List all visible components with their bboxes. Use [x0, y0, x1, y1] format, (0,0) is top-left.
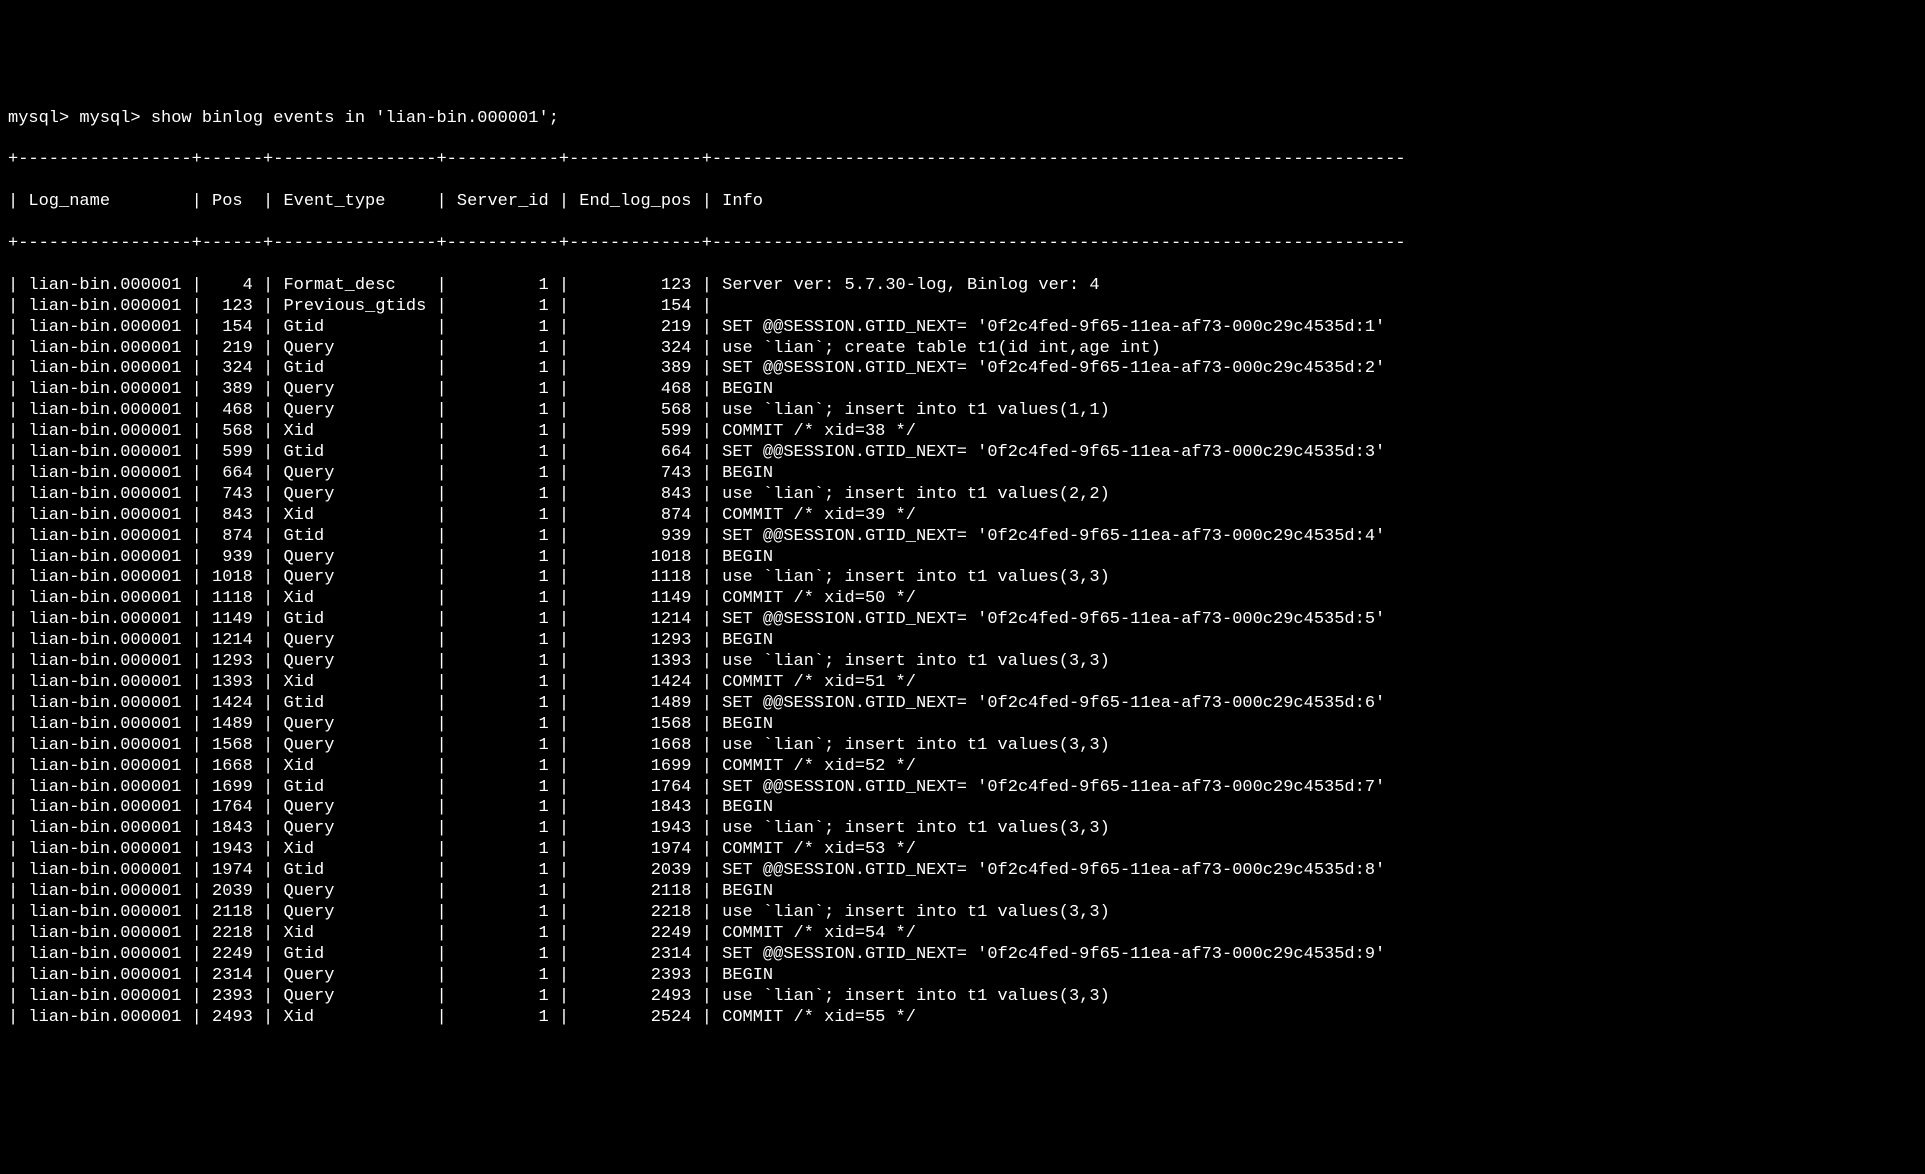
table-row: | lian-bin.000001 | 2118 | Query | 1 | 2…	[8, 903, 1917, 924]
table-row: | lian-bin.000001 | 939 | Query | 1 | 10…	[8, 548, 1917, 569]
table-row: | lian-bin.000001 | 1699 | Gtid | 1 | 17…	[8, 778, 1917, 799]
table-row: | lian-bin.000001 | 2314 | Query | 1 | 2…	[8, 966, 1917, 987]
table-row: | lian-bin.000001 | 1943 | Xid | 1 | 197…	[8, 840, 1917, 861]
table-row: | lian-bin.000001 | 1293 | Query | 1 | 1…	[8, 652, 1917, 673]
table-row: | lian-bin.000001 | 2039 | Query | 1 | 2…	[8, 882, 1917, 903]
table-row: | lian-bin.000001 | 123 | Previous_gtids…	[8, 297, 1917, 318]
table-row: | lian-bin.000001 | 154 | Gtid | 1 | 219…	[8, 318, 1917, 339]
table-row: | lian-bin.000001 | 2249 | Gtid | 1 | 23…	[8, 945, 1917, 966]
table-row: | lian-bin.000001 | 1118 | Xid | 1 | 114…	[8, 589, 1917, 610]
table-header-row: | Log_name | Pos | Event_type | Server_i…	[8, 192, 1917, 213]
table-row: | lian-bin.000001 | 324 | Gtid | 1 | 389…	[8, 359, 1917, 380]
table-row: | lian-bin.000001 | 1568 | Query | 1 | 1…	[8, 736, 1917, 757]
table-row: | lian-bin.000001 | 1393 | Xid | 1 | 142…	[8, 673, 1917, 694]
table-row: | lian-bin.000001 | 843 | Xid | 1 | 874 …	[8, 506, 1917, 527]
table-row: | lian-bin.000001 | 568 | Xid | 1 | 599 …	[8, 422, 1917, 443]
terminal-output: mysql> mysql> show binlog events in 'lia…	[8, 88, 1917, 1050]
table-row: | lian-bin.000001 | 599 | Gtid | 1 | 664…	[8, 443, 1917, 464]
command-line: mysql> mysql> show binlog events in 'lia…	[8, 109, 1917, 130]
table-row: | lian-bin.000001 | 1018 | Query | 1 | 1…	[8, 568, 1917, 589]
table-row: | lian-bin.000001 | 1843 | Query | 1 | 1…	[8, 819, 1917, 840]
table-row: | lian-bin.000001 | 1489 | Query | 1 | 1…	[8, 715, 1917, 736]
table-row: | lian-bin.000001 | 1149 | Gtid | 1 | 12…	[8, 610, 1917, 631]
table-top-border: +-----------------+------+--------------…	[8, 150, 1917, 171]
table-row: | lian-bin.000001 | 664 | Query | 1 | 74…	[8, 464, 1917, 485]
table-row: | lian-bin.000001 | 1424 | Gtid | 1 | 14…	[8, 694, 1917, 715]
table-row: | lian-bin.000001 | 1974 | Gtid | 1 | 20…	[8, 861, 1917, 882]
table-row: | lian-bin.000001 | 468 | Query | 1 | 56…	[8, 401, 1917, 422]
table-row: | lian-bin.000001 | 219 | Query | 1 | 32…	[8, 339, 1917, 360]
table-row: | lian-bin.000001 | 1668 | Xid | 1 | 169…	[8, 757, 1917, 778]
table-row: | lian-bin.000001 | 2493 | Xid | 1 | 252…	[8, 1008, 1917, 1029]
table-row: | lian-bin.000001 | 743 | Query | 1 | 84…	[8, 485, 1917, 506]
table-header-border: +-----------------+------+--------------…	[8, 234, 1917, 255]
table-row: | lian-bin.000001 | 2393 | Query | 1 | 2…	[8, 987, 1917, 1008]
table-row: | lian-bin.000001 | 1214 | Query | 1 | 1…	[8, 631, 1917, 652]
table-row: | lian-bin.000001 | 874 | Gtid | 1 | 939…	[8, 527, 1917, 548]
table-row: | lian-bin.000001 | 2218 | Xid | 1 | 224…	[8, 924, 1917, 945]
table-row: | lian-bin.000001 | 389 | Query | 1 | 46…	[8, 380, 1917, 401]
table-row: | lian-bin.000001 | 4 | Format_desc | 1 …	[8, 276, 1917, 297]
table-body: | lian-bin.000001 | 4 | Format_desc | 1 …	[8, 276, 1917, 1029]
table-row: | lian-bin.000001 | 1764 | Query | 1 | 1…	[8, 798, 1917, 819]
